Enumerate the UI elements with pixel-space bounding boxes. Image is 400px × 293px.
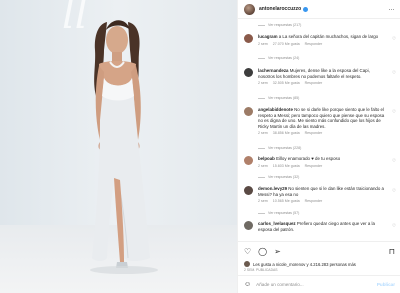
commenter-avatar[interactable]: [244, 186, 253, 195]
comment-bubble-icon[interactable]: ◯: [258, 247, 267, 256]
commenter-avatar[interactable]: [244, 34, 253, 43]
verified-badge-icon: [303, 6, 309, 12]
comment-meta: 2 sem 38.856 Me gusta Responder: [258, 131, 323, 136]
like-comment-heart-icon[interactable]: ♡: [392, 70, 396, 76]
view-replies-link[interactable]: Ver respuestas (217): [258, 23, 301, 27]
view-replies-link[interactable]: Ver respuestas (85): [258, 96, 299, 100]
comment-item: lucagram a La señora del capitán muchach…: [244, 34, 396, 46]
author-avatar[interactable]: [244, 3, 255, 15]
comment-item: angelabiddenote No se si darle like porq…: [244, 107, 396, 135]
comment-meta: 2 sem 27.070 Me gusta Responder: [258, 41, 323, 46]
comment-input[interactable]: Añade un comentario...: [256, 282, 304, 287]
comment-text: carlos_lvelasquez Prefiero quedar ciego …: [258, 221, 375, 232]
liker-avatar: [244, 261, 250, 267]
publish-button[interactable]: Publicar: [377, 282, 395, 287]
comment-item: belpoab Eilloy enamorado ♥ de tu esposo …: [244, 156, 396, 168]
like-comment-heart-icon[interactable]: ♡: [392, 109, 396, 115]
view-replies-link[interactable]: Ver respuestas (57): [258, 211, 299, 215]
emoji-smiley-icon[interactable]: ☺: [244, 281, 251, 288]
commenter-avatar[interactable]: [244, 107, 253, 116]
reply-button[interactable]: Responder: [305, 81, 323, 85]
commenter-username[interactable]: lachernandeza: [258, 68, 289, 73]
comment-text: angelabiddenote No se si darle like porq…: [258, 107, 385, 129]
comment-text: demon.levy29 No sienten que si le dan li…: [258, 186, 384, 197]
like-heart-icon[interactable]: ♡: [244, 247, 251, 256]
author-username[interactable]: antonelaroccuzzo: [259, 6, 301, 12]
woman-in-white-gown-figure: [90, 20, 158, 274]
post-header: antonelaroccuzzo ...: [238, 0, 400, 19]
commenter-username[interactable]: lucagram: [258, 34, 278, 39]
like-comment-heart-icon[interactable]: ♡: [392, 223, 396, 229]
commenter-username[interactable]: carlos_lvelasquez: [258, 221, 296, 226]
comment-text: lachernandeza Mujeres, dense like a la e…: [258, 68, 370, 79]
likes-summary[interactable]: Les gusta a nicole_morenov y 4.216.283 p…: [244, 261, 356, 267]
comment-meta: 2 sem 10.565 Me gusta Responder: [258, 199, 323, 204]
commenter-avatar[interactable]: [244, 156, 253, 165]
reply-button[interactable]: Responder: [305, 131, 323, 135]
comment-text: belpoab Eilloy enamorado ♥ de tu esposo: [258, 156, 341, 161]
commenter-avatar[interactable]: [244, 221, 253, 230]
comments-panel: antonelaroccuzzo ... Ver respuestas (217…: [237, 0, 400, 293]
comment-item: lachernandeza Mujeres, dense like a la e…: [244, 68, 396, 85]
view-replies-link[interactable]: Ver respuestas (32): [258, 175, 299, 179]
comment-meta: 2 sem 32.505 Me gusta Responder: [258, 81, 323, 86]
like-comment-heart-icon[interactable]: ♡: [392, 36, 396, 42]
replies-dash: [258, 24, 265, 26]
share-send-icon[interactable]: ➢: [274, 247, 281, 256]
comment-item: demon.levy29 No sienten que si le dan li…: [244, 186, 396, 203]
comment-meta: 2 sem 15.603 Me gusta Responder: [258, 163, 323, 168]
post-photo: ll: [0, 0, 237, 293]
commenter-username[interactable]: angelabiddenote: [258, 107, 293, 112]
reply-button[interactable]: Responder: [305, 199, 323, 203]
view-replies-link[interactable]: Ver respuestas (228): [258, 146, 301, 150]
like-comment-heart-icon[interactable]: ♡: [392, 188, 396, 194]
post-date: 2 sem. publicadas: [244, 268, 278, 272]
reply-button[interactable]: Responder: [305, 42, 323, 46]
commenter-avatar[interactable]: [244, 68, 253, 77]
post-actions-bar: ♡ ◯ ➢ ⊓: [238, 241, 400, 261]
like-comment-heart-icon[interactable]: ♡: [392, 158, 396, 164]
bookmark-icon[interactable]: ⊓: [389, 248, 395, 256]
add-comment-bar: ☺ Añade un comentario... Publicar: [238, 275, 400, 293]
view-replies-link[interactable]: Ver respuestas (24): [258, 56, 299, 60]
commenter-username[interactable]: belpoab: [258, 156, 275, 161]
reply-button[interactable]: Responder: [305, 164, 323, 168]
commenter-username[interactable]: demon.levy29: [258, 186, 287, 191]
comment-text: lucagram a La señora del capitán muchach…: [258, 34, 379, 39]
comment-item: carlos_lvelasquez Prefiero quedar ciego …: [244, 221, 396, 232]
more-options-icon[interactable]: ...: [388, 6, 395, 12]
